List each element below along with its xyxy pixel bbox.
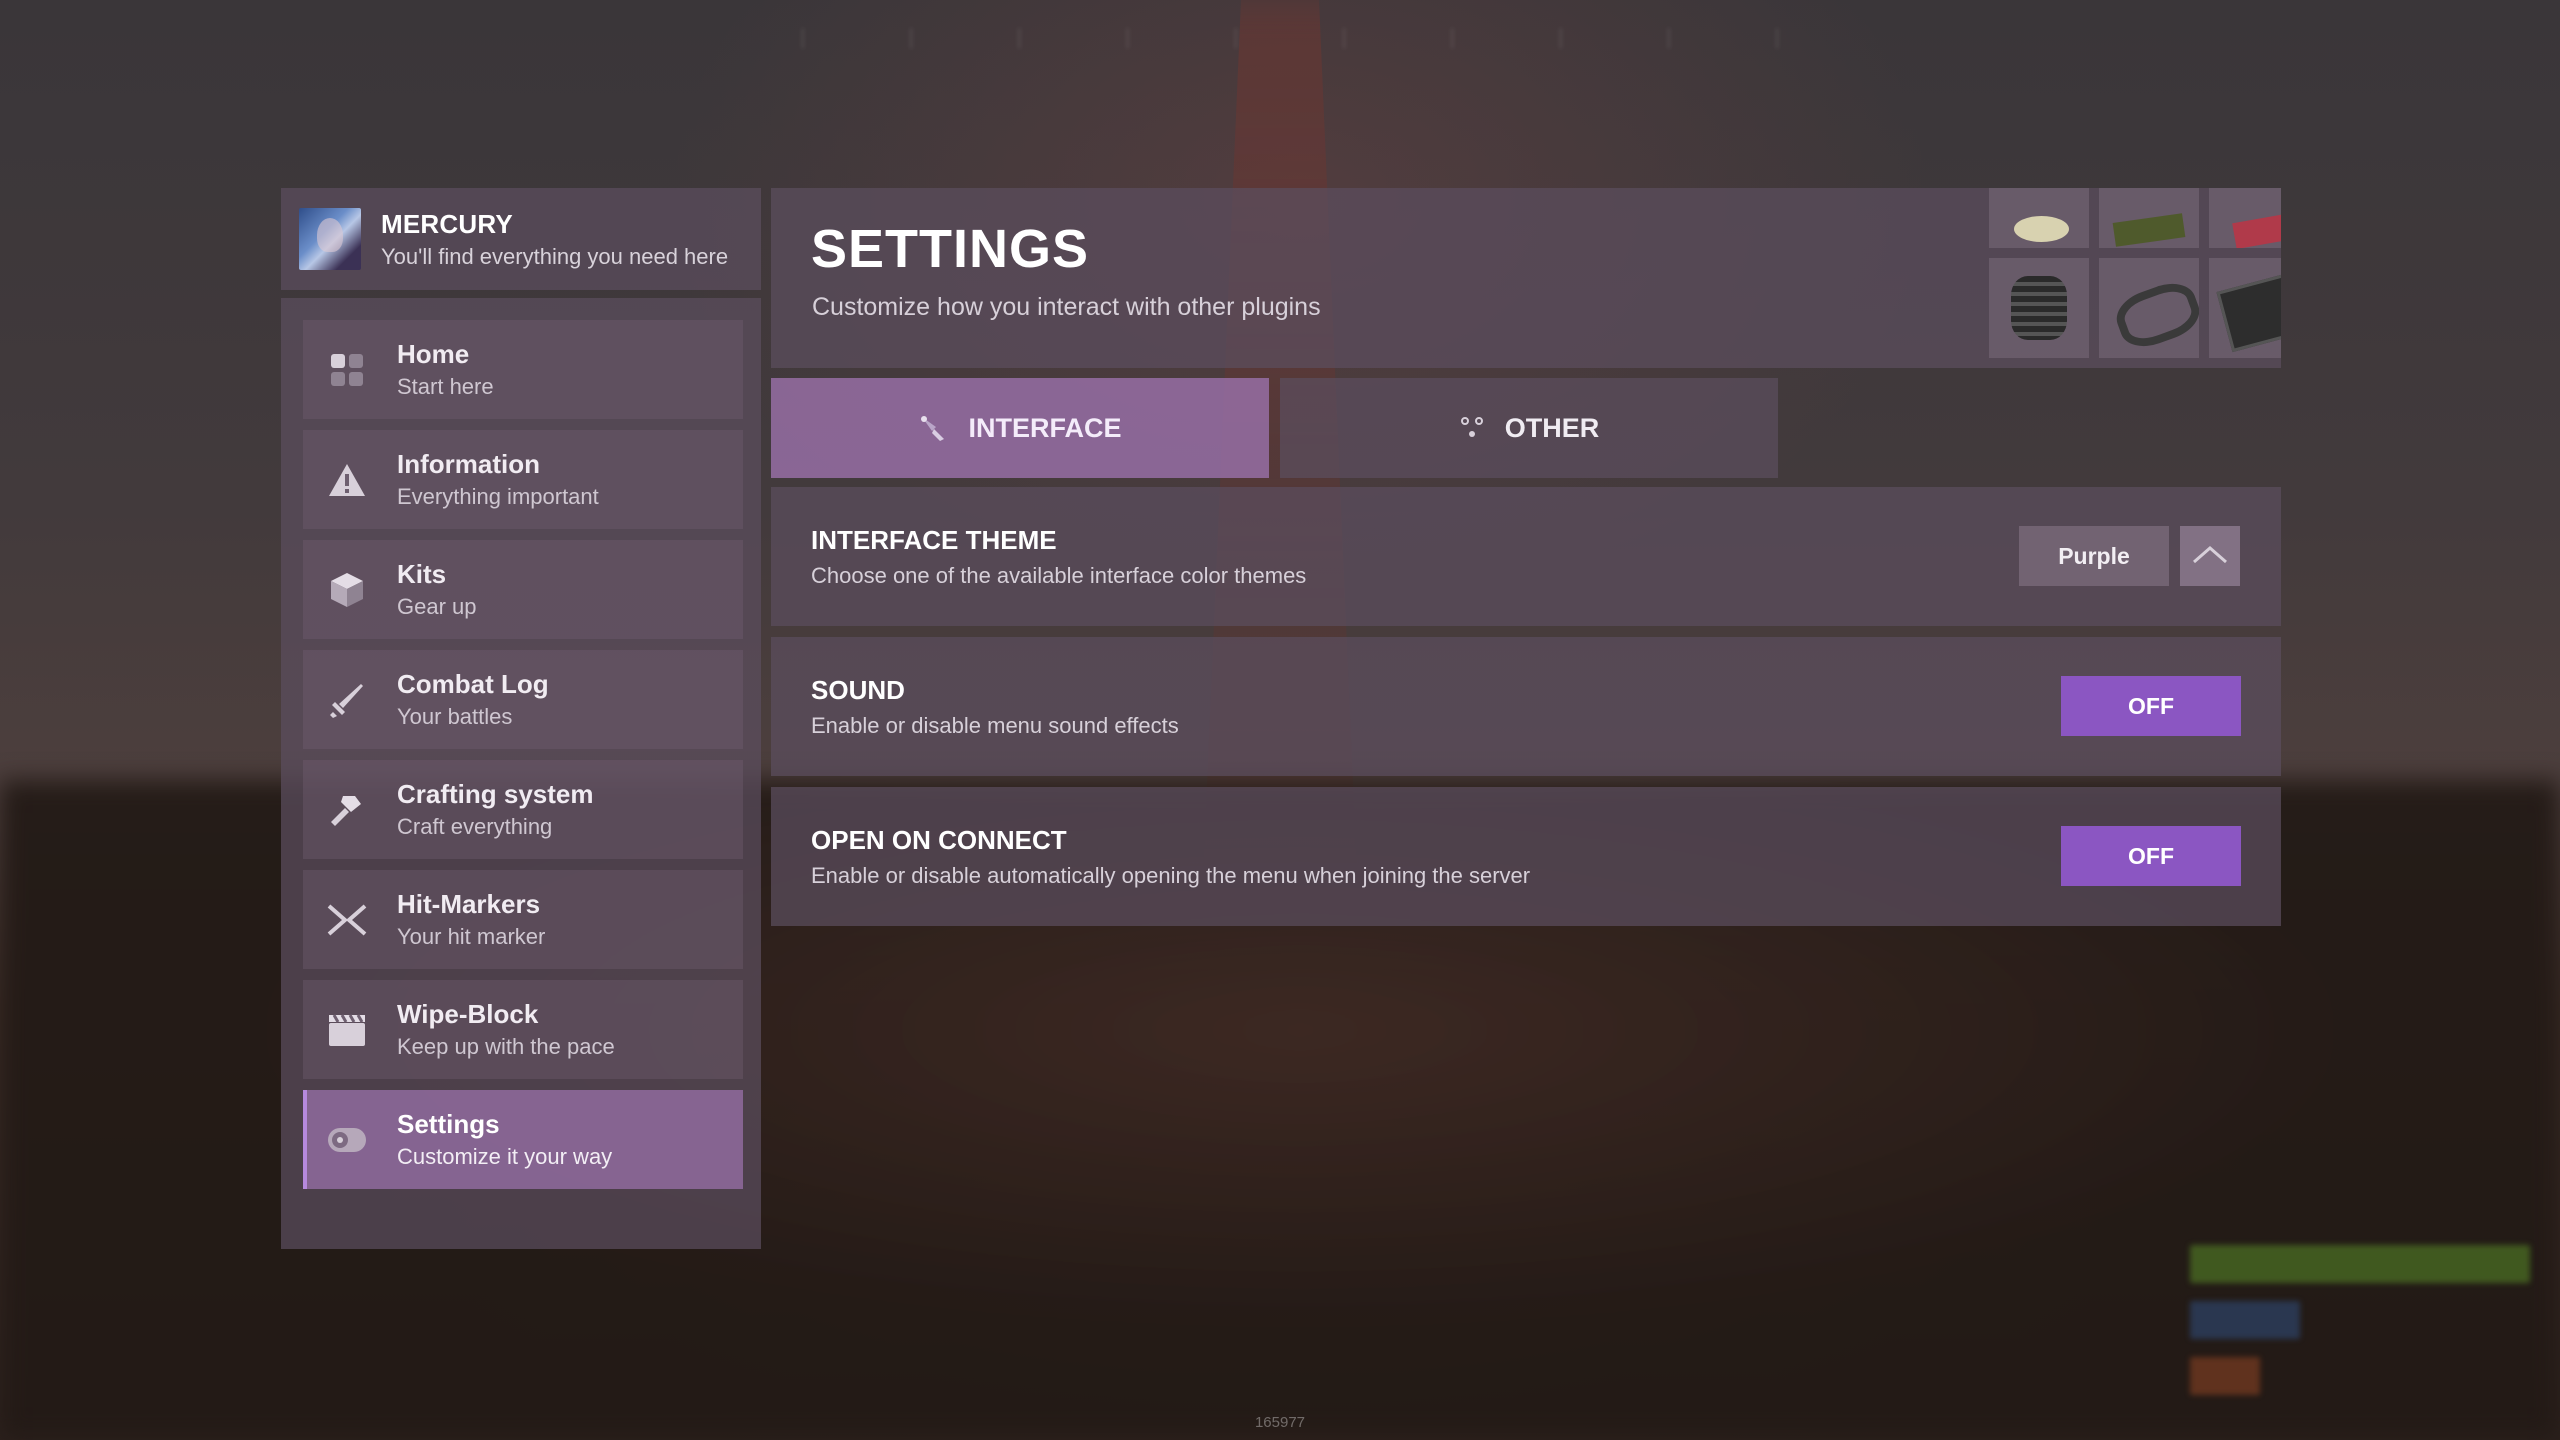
sidebar-item-title: Information <box>397 449 540 479</box>
sidebar-item-subtitle: Customize it your way <box>397 1144 613 1169</box>
sidebar-item-kits[interactable]: Kits Gear up <box>303 540 743 639</box>
health-bar <box>2190 1245 2530 1283</box>
sidebar-item-crafting-system[interactable]: Crafting system Craft everything <box>303 760 743 859</box>
setting-description: Choose one of the available interface co… <box>811 563 1307 588</box>
food-bar <box>2190 1357 2260 1395</box>
sidebar-item-title: Hit-Markers <box>397 889 541 919</box>
sidebar-header: MERCURY You'll find everything you need … <box>281 188 761 290</box>
water-bar <box>2190 1301 2300 1339</box>
sidebar-item-subtitle: Your battles <box>397 704 513 729</box>
sword-icon <box>325 678 369 722</box>
toggle-icon <box>325 1118 369 1162</box>
tab-label: OTHER <box>1504 412 1600 443</box>
sidebar-item-home[interactable]: Home Start here <box>303 320 743 419</box>
hud-compass: | | | | | | | | | | <box>800 24 1780 49</box>
page-title: SETTINGS <box>811 219 1090 279</box>
page-header: SETTINGS Customize how you interact with… <box>771 188 2281 368</box>
decorative-item-grid <box>1989 188 2281 368</box>
brush-icon <box>918 413 948 443</box>
setting-sound: SOUND Enable or disable menu sound effec… <box>771 637 2281 776</box>
setting-open-on-connect: OPEN ON CONNECT Enable or disable automa… <box>771 787 2281 926</box>
sidebar-item-title: Kits <box>397 559 447 589</box>
item-tile <box>2209 188 2281 248</box>
hud-status-bars <box>2150 1245 2530 1413</box>
setting-interface-theme: INTERFACE THEME Choose one of the availa… <box>771 487 2281 626</box>
box-icon <box>325 568 369 612</box>
hammer-icon <box>325 788 369 832</box>
item-tile <box>1989 188 2089 248</box>
theme-dropdown-button[interactable] <box>2180 526 2240 586</box>
sound-toggle-button[interactable]: OFF <box>2061 676 2241 736</box>
sidebar-item-subtitle: Your hit marker <box>397 924 546 949</box>
crossed-swords-icon <box>325 898 369 942</box>
setting-title: SOUND <box>811 675 905 705</box>
sidebar-item-subtitle: Start here <box>397 374 494 399</box>
sidebar-item-settings[interactable]: Settings Customize it your way <box>303 1090 743 1189</box>
dots-icon <box>1459 415 1485 441</box>
pager-item-icon <box>2209 258 2281 358</box>
theme-select[interactable]: Purple <box>2019 526 2169 586</box>
sidebar-item-wipe-block[interactable]: Wipe-Block Keep up with the pace <box>303 980 743 1079</box>
item-tile <box>2099 188 2199 248</box>
open-on-connect-toggle-button[interactable]: OFF <box>2061 826 2241 886</box>
build-id: 165977 <box>1254 1414 1306 1431</box>
sidebar-nav: Home Start here Information Everything imp… <box>281 298 761 1249</box>
sidebar-item-title: Home <box>397 339 470 369</box>
tab-interface[interactable]: INTERFACE <box>771 378 1269 478</box>
app-tagline: You'll find everything you need here <box>381 243 729 269</box>
sidebar-item-title: Settings <box>397 1109 500 1139</box>
sidebar-item-subtitle: Craft everything <box>397 814 553 839</box>
sidebar-item-hit-markers[interactable]: Hit-Markers Your hit marker <box>303 870 743 969</box>
setting-title: OPEN ON CONNECT <box>811 825 1067 855</box>
sidebar-item-combat-log[interactable]: Combat Log Your battles <box>303 650 743 749</box>
sidebar-item-subtitle: Gear up <box>397 594 477 619</box>
gear-item-icon <box>1989 258 2089 358</box>
sidebar-item-information[interactable]: Information Everything important <box>303 430 743 529</box>
chevron-up-icon <box>2190 542 2230 571</box>
avatar <box>299 208 361 270</box>
tab-label: INTERFACE <box>968 412 1122 443</box>
setting-description: Enable or disable menu sound effects <box>811 713 1179 738</box>
sidebar-item-subtitle: Everything important <box>397 484 599 509</box>
tab-other[interactable]: OTHER <box>1280 378 1778 478</box>
sidebar-item-title: Crafting system <box>397 779 594 809</box>
sidebar-item-title: Combat Log <box>397 669 549 699</box>
sidebar-item-title: Wipe-Block <box>397 999 539 1029</box>
setting-title: INTERFACE THEME <box>811 525 1057 555</box>
page-subtitle: Customize how you interact with other pl… <box>812 293 1321 321</box>
cable-item-icon <box>2099 258 2199 358</box>
sidebar-item-subtitle: Keep up with the pace <box>397 1034 615 1059</box>
clapperboard-icon <box>325 1008 369 1052</box>
warning-icon <box>325 458 369 502</box>
app-title: MERCURY <box>381 208 513 239</box>
setting-description: Enable or disable automatically opening … <box>811 863 1531 888</box>
settings-tabs: INTERFACE OTHER <box>771 378 1778 478</box>
home-grid-icon <box>325 348 369 392</box>
